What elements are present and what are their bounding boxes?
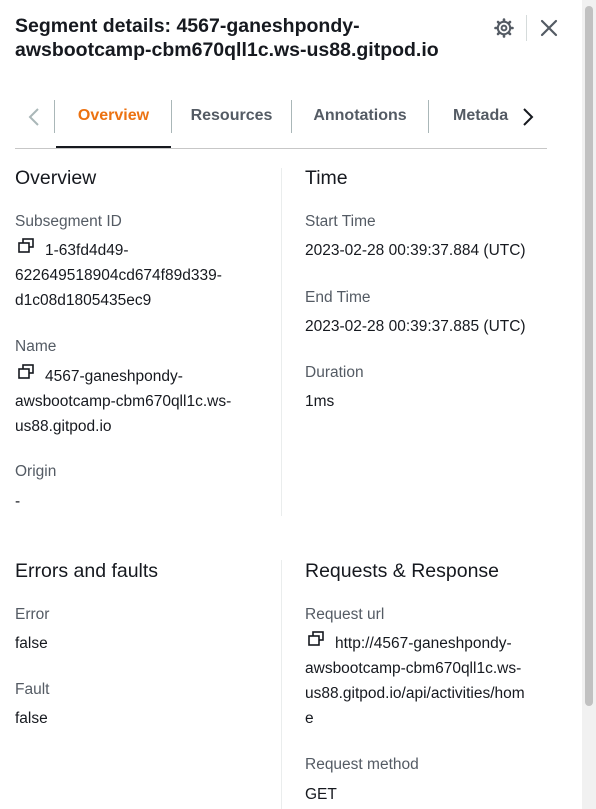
subsegment-id-line-2: 622649518904cd674f89d339- (15, 267, 222, 285)
segment-title: Segment details: 4567-ganeshpondy- awsbo… (15, 14, 485, 62)
request-url-line-1: http://4567-ganeshpondy- (335, 635, 512, 652)
fault-label: Fault (15, 681, 50, 698)
origin-value: - (15, 493, 21, 510)
errors-heading: Errors and faults (15, 560, 159, 582)
overview-heading: Overview (15, 167, 97, 189)
header-actions (490, 14, 563, 42)
column-divider (281, 168, 282, 516)
subsegment-id-value: 1-63fd4d49- 622649518904cd674f89d339- d1… (15, 238, 275, 313)
copy-icon[interactable] (308, 629, 325, 654)
subsegment-id-label: Subsegment ID (15, 213, 122, 230)
name-label: Name (15, 338, 57, 355)
start-time-value: 2023-02-28 00:39:37.884 (UTC) (305, 242, 526, 259)
tab-overview[interactable]: Overview (56, 84, 171, 147)
end-time-value: 2023-02-28 00:39:37.885 (UTC) (305, 318, 526, 335)
error-value: false (15, 635, 48, 652)
request-method-label: Request method (305, 756, 419, 773)
tab-bar: Overview Resources Annotations Metada (15, 84, 547, 149)
active-tab-indicator (56, 146, 171, 148)
duration-value: 1ms (305, 393, 335, 410)
tab-annotations[interactable]: Annotations (292, 84, 428, 147)
request-url-line-3: us88.gitpod.io/api/activities/hom (305, 685, 525, 703)
end-time-label: End Time (305, 289, 371, 306)
segment-title-line-2: awsbootcamp-cbm670qll1c.ws-us88.gitpod.i… (15, 39, 439, 61)
subsegment-id-line-3: d1c08d1805435ec9 (15, 292, 152, 310)
name-line-2: awsbootcamp-cbm670qll1c.ws- (15, 393, 232, 411)
name-value: 4567-ganeshpondy- awsbootcamp-cbm670qll1… (15, 364, 275, 439)
scrollbar-thumb[interactable] (585, 6, 593, 706)
start-time-label: Start Time (305, 213, 376, 230)
request-url-line-4: e (305, 710, 314, 728)
name-line-1: 4567-ganeshpondy- (45, 368, 183, 385)
requests-heading: Requests & Response (305, 560, 500, 582)
fault-value: false (15, 710, 48, 727)
tab-divider (428, 100, 429, 133)
copy-icon[interactable] (18, 362, 35, 387)
request-method-value: GET (305, 786, 337, 803)
gear-icon[interactable] (490, 14, 518, 42)
error-label: Error (15, 606, 50, 623)
chevron-right-icon[interactable] (513, 102, 543, 132)
close-icon[interactable] (535, 14, 563, 42)
request-url-value: http://4567-ganeshpondy- awsbootcamp-cbm… (305, 631, 575, 731)
tab-resources[interactable]: Resources (172, 84, 291, 147)
copy-icon[interactable] (18, 236, 35, 261)
request-url-label: Request url (305, 606, 385, 623)
duration-label: Duration (305, 364, 364, 381)
request-url-line-2: awsbootcamp-cbm670qll1c.ws- (305, 660, 522, 678)
tab-divider (54, 100, 55, 133)
header-divider (526, 15, 527, 41)
tab-metadata[interactable]: Metada (453, 84, 509, 147)
panel-header: Segment details: 4567-ganeshpondy- awsbo… (15, 14, 485, 62)
subsegment-id-line-1: 1-63fd4d49- (45, 242, 129, 259)
time-heading: Time (305, 167, 348, 189)
origin-label: Origin (15, 463, 57, 480)
column-divider (281, 560, 282, 809)
segment-title-line-1: Segment details: 4567-ganeshpondy- (15, 15, 360, 37)
chevron-left-icon[interactable] (19, 102, 49, 132)
name-line-3: us88.gitpod.io (15, 418, 112, 436)
